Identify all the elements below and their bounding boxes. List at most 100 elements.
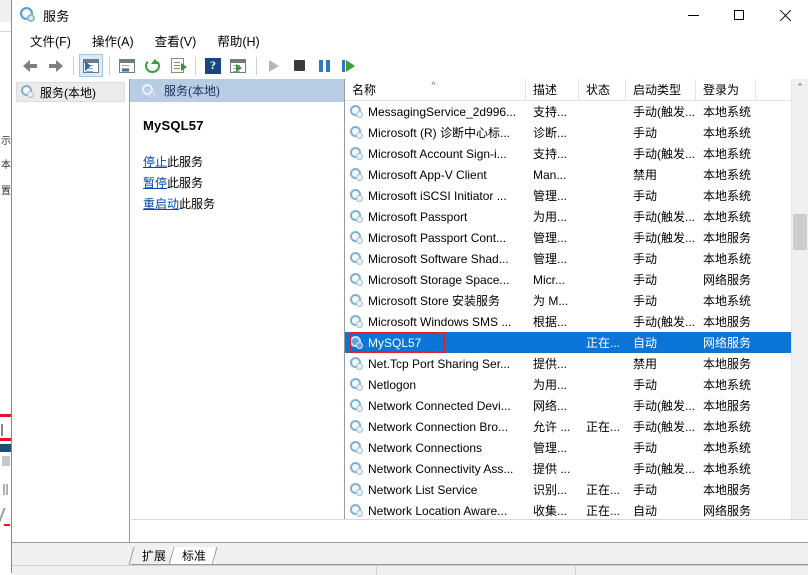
cell-service-name: Microsoft App-V Client (345, 168, 526, 182)
table-row[interactable]: Microsoft App-V Client Man... 禁用 本地系统 (345, 164, 791, 185)
cell-service-name: Microsoft Passport (345, 210, 526, 224)
table-row[interactable]: Network List Service 识别... 正在... 手动 本地服务 (345, 479, 791, 500)
close-icon (779, 9, 791, 21)
bg-accent-gray-2 (2, 456, 10, 466)
table-row[interactable]: Netlogon 为用... 手动 本地系统 (345, 374, 791, 395)
show-hide-tree-button[interactable] (79, 54, 103, 77)
column-header-startup-type[interactable]: 启动类型 (626, 79, 696, 100)
scroll-up-button[interactable]: ⌃ (792, 79, 808, 96)
service-name-label: Microsoft (R) 诊断中心标... (368, 126, 511, 140)
table-row[interactable]: MySQL57 正在... 自动 网络服务 (345, 332, 791, 353)
menu-bar: 文件(F) 操作(A) 查看(V) 帮助(H) (12, 30, 808, 52)
cell-service-name: Network Location Aware... (345, 504, 526, 518)
cell-service-name: Network Connectivity Ass... (345, 462, 526, 476)
cell-service-name: Netlogon (345, 378, 526, 392)
stop-service-link[interactable]: 停止 (143, 155, 167, 169)
vertical-scrollbar[interactable]: ⌃ ⌄ (791, 79, 808, 542)
cell-startup-type: 手动(触发... (633, 147, 695, 161)
table-row[interactable]: Microsoft iSCSI Initiator ... 管理... 手动 本地系统 (345, 185, 791, 206)
menu-action[interactable]: 操作(A) (83, 29, 143, 53)
content-pane: 服务(本地) MySQL57 停止此服务 暂停此服务 重启动此服务 名称 ^ 描… (130, 79, 808, 542)
table-row[interactable]: Network Connection Bro... 允许 ... 正在... 手动(触… (345, 416, 791, 437)
cell-description: 收集... (533, 504, 568, 518)
service-name-label: Microsoft Passport Cont... (368, 230, 507, 245)
detail-pane-header: 服务(本地) (130, 79, 344, 102)
toolbar-separator-2 (109, 56, 110, 75)
table-row[interactable]: Microsoft Passport 为用... 手动(触发... 本地系统 (345, 206, 791, 227)
status-bar (12, 565, 808, 575)
gear-icon (350, 378, 364, 392)
service-name-label: Network Connection Bro... (368, 419, 509, 434)
close-button[interactable] (762, 0, 808, 30)
table-row[interactable]: Microsoft (R) 诊断中心标... 诊断... 手动 本地系统 (345, 122, 791, 143)
minimize-button[interactable] (670, 0, 716, 30)
service-name-label: Microsoft Passport (368, 209, 468, 224)
column-header-startup-label: 启动类型 (633, 83, 682, 97)
bg-accent-gray-4 (6, 484, 8, 495)
cell-status: 正在... (586, 483, 621, 497)
table-row[interactable]: Network Location Aware... 收集... 正在... 自动 网络服… (345, 500, 791, 521)
pause-service-suffix: 此服务 (167, 176, 204, 190)
status-separator-2 (575, 566, 576, 575)
help-button[interactable]: ? (201, 54, 225, 77)
start-service-button[interactable] (262, 54, 286, 77)
table-row[interactable]: Microsoft Account Sign-i... 支持... 手动(触发...… (345, 143, 791, 164)
cell-description: 管理... (533, 231, 568, 245)
services-rows: MessagingService_2d996... 支持... 手动(触发... 本地… (345, 101, 791, 542)
column-header-status[interactable]: 状态 (579, 79, 626, 100)
properties-window-icon (119, 58, 135, 73)
restart-service-line: 重启动此服务 (143, 194, 344, 215)
pause-service-button[interactable] (312, 54, 336, 77)
table-row[interactable]: Microsoft Storage Space... Micr... 手动 网络服务 (345, 269, 791, 290)
table-row[interactable]: Microsoft Passport Cont... 管理... 手动(触发... 本… (345, 227, 791, 248)
restart-service-button[interactable] (337, 54, 361, 77)
title-bar: 服务 (12, 0, 808, 30)
column-header-name[interactable]: 名称 ^ (345, 79, 526, 100)
help-question-icon: ? (205, 57, 221, 74)
refresh-button[interactable] (140, 54, 164, 77)
service-name-label: Microsoft iSCSI Initiator ... (368, 188, 507, 203)
tab-standard[interactable]: 标准 (171, 547, 216, 565)
table-row[interactable]: Microsoft Windows SMS ... 根据... 手动(触发... 本地… (345, 311, 791, 332)
cell-log-on-as: 本地服务 (703, 399, 752, 413)
properties-button[interactable] (115, 54, 139, 77)
scrollbar-thumb[interactable] (793, 214, 807, 250)
play-icon (269, 59, 279, 72)
list-bottom-strip (131, 519, 808, 543)
tree-item-services-local[interactable]: 服务(本地) (16, 82, 125, 102)
table-row[interactable]: Network Connections 管理... 手动 本地系统 (345, 437, 791, 458)
cell-description: 允许 ... (533, 420, 571, 434)
console-tree-icon (83, 58, 99, 73)
column-header-log-on-as[interactable]: 登录为 (696, 79, 756, 100)
cell-description: 提供 ... (533, 462, 571, 476)
pause-service-link[interactable]: 暂停 (143, 176, 167, 190)
cell-service-name: Network List Service (345, 483, 526, 497)
table-row[interactable]: Net.Tcp Port Sharing Ser... 提供... 禁用 本地服务 (345, 353, 791, 374)
table-row[interactable]: MessagingService_2d996... 支持... 手动(触发... 本地… (345, 101, 791, 122)
export-list-button[interactable] (165, 54, 189, 77)
restart-service-link[interactable]: 重启动 (143, 197, 179, 211)
table-row[interactable]: Microsoft Store 安装服务 为 M... 手动 本地系统 (345, 290, 791, 311)
menu-file[interactable]: 文件(F) (21, 29, 80, 53)
cell-log-on-as: 本地系统 (703, 294, 752, 308)
stop-service-button[interactable] (287, 54, 311, 77)
back-button[interactable] (18, 54, 42, 77)
show-action-pane-button[interactable] (226, 54, 250, 77)
console-tree-pane: 服务(本地) (12, 79, 130, 542)
cell-description: 识别... (533, 483, 568, 497)
service-name-label: MySQL57 (368, 335, 422, 350)
column-header-description[interactable]: 描述 (526, 79, 579, 100)
menu-help[interactable]: 帮助(H) (208, 29, 268, 53)
service-name-label: Network Connectivity Ass... (368, 461, 514, 476)
menu-view[interactable]: 查看(V) (146, 29, 206, 53)
table-row[interactable]: Microsoft Software Shad... 管理... 手动 本地系统 (345, 248, 791, 269)
table-row[interactable]: Network Connected Devi... 网络... 手动(触发... 本地… (345, 395, 791, 416)
cell-startup-type: 手动 (633, 378, 658, 392)
table-row[interactable]: Network Connectivity Ass... 提供 ... 手动(触发..… (345, 458, 791, 479)
cell-startup-type: 手动 (633, 483, 658, 497)
forward-button[interactable] (43, 54, 67, 77)
maximize-button[interactable] (716, 0, 762, 30)
arrow-left-icon (22, 59, 38, 72)
gear-icon (350, 273, 364, 287)
cell-startup-type: 手动(触发... (633, 231, 695, 245)
